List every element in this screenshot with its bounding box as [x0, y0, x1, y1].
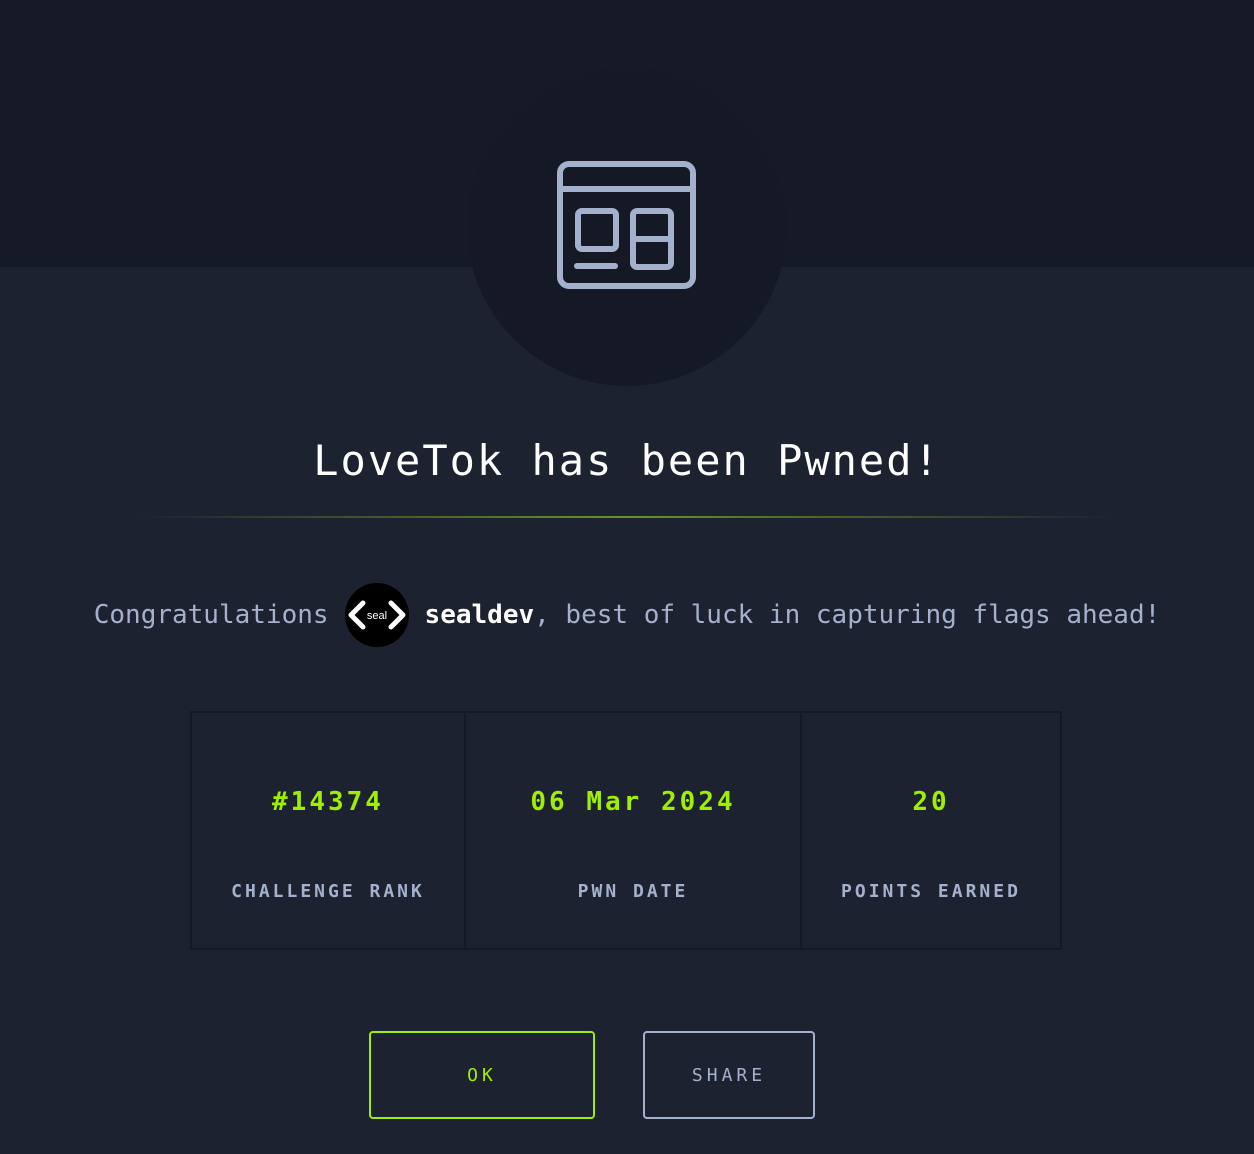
share-button[interactable]: SHARE [643, 1031, 815, 1119]
congrats-message: Congratulations seal sealdev , best of l… [0, 582, 1254, 648]
challenge-rank-label: CHALLENGE RANK [231, 881, 425, 902]
stat-points-earned: 20 POINTS EARNED [802, 713, 1060, 948]
avatar-text: seal [366, 610, 386, 622]
points-earned-label: POINTS EARNED [841, 881, 1021, 902]
web-layout-icon [557, 161, 696, 289]
congrats-suffix: , best of luck in capturing flags ahead! [534, 600, 1161, 630]
pwn-date-value: 06 Mar 2024 [530, 787, 736, 817]
stats-panel: #14374 CHALLENGE RANK 06 Mar 2024 PWN DA… [190, 711, 1062, 950]
avatar: seal [344, 583, 409, 647]
congrats-prefix: Congratulations [93, 600, 329, 630]
stat-challenge-rank: #14374 CHALLENGE RANK [192, 713, 466, 948]
ok-button[interactable]: OK [369, 1031, 595, 1119]
title-divider [140, 516, 1114, 518]
challenge-rank-value: #14374 [272, 787, 384, 817]
username: sealdev [424, 600, 535, 630]
points-earned-value: 20 [912, 787, 950, 817]
pwn-date-label: PWN DATE [577, 881, 689, 902]
challenge-icon-circle [467, 66, 787, 386]
stat-pwn-date: 06 Mar 2024 PWN DATE [466, 713, 802, 948]
pwned-modal: LoveTok has been Pwned! Congratulations … [0, 0, 1254, 1154]
page-title: LoveTok has been Pwned! [313, 436, 941, 485]
